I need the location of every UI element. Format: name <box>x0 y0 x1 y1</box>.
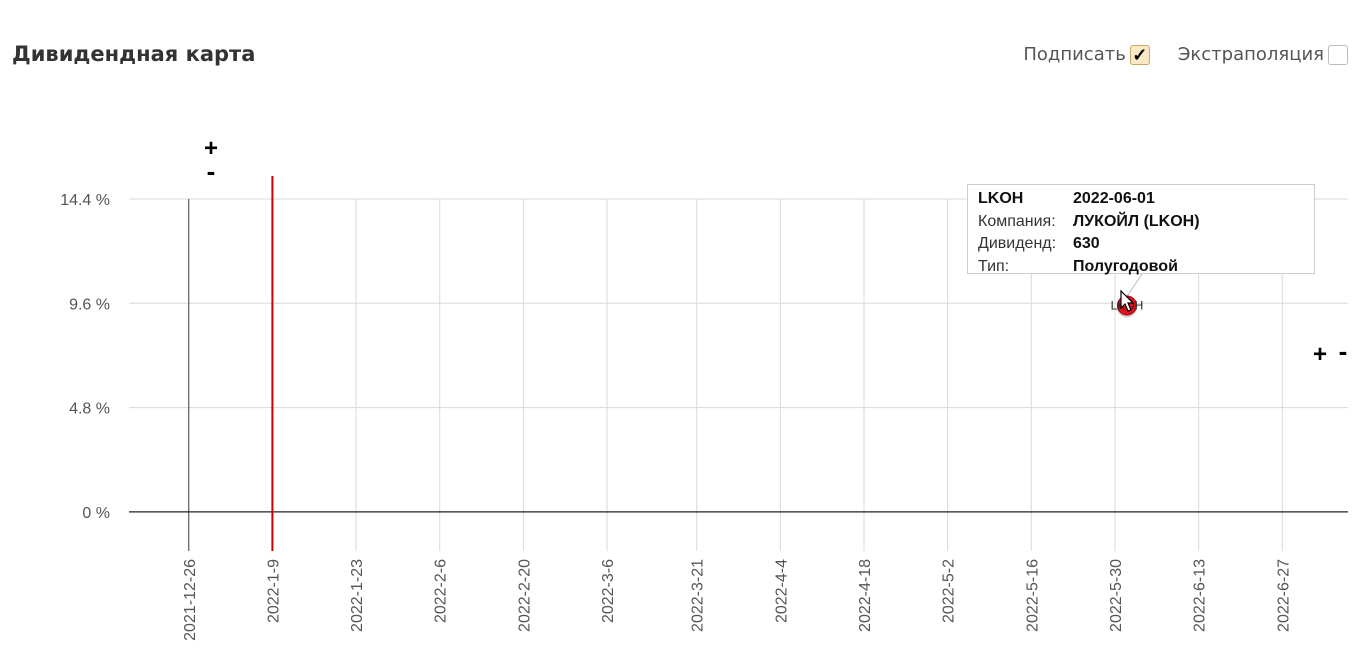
x-tick-labels: 2021-12-26 2022-1-9 2022-1-23 2022-2-6 2022-… <box>182 559 1293 641</box>
y-tick-label: 0 % <box>82 505 110 522</box>
chart-marks: LKOH <box>1111 273 1143 318</box>
x-tick-label: 2022-4-18 <box>857 559 874 632</box>
tooltip-date: 2022-06-01 <box>1073 190 1155 208</box>
tooltip-company: ЛУКОЙЛ (LKOH) <box>1073 212 1200 230</box>
tooltip-company-row: Компания: ЛУКОЙЛ (LKOH) <box>978 211 1304 234</box>
tooltip-company-label: Компания: <box>978 212 1056 230</box>
dividend-chart: 0 %4.8 %9.6 %14.4 % 2021-12-26 2022-1-9 20… <box>60 135 1348 641</box>
tooltip-ticker: LKOH <box>978 190 1024 208</box>
x-tick-label: 2021-12-26 <box>182 559 199 641</box>
y-zoom-out-button[interactable]: - <box>207 156 216 186</box>
tooltip-dividend-label: Дивиденд: <box>978 235 1057 253</box>
x-tick-label: 2022-4-4 <box>773 559 790 623</box>
x-tick-label: 2022-5-2 <box>941 559 958 623</box>
x-zoom-out-button[interactable]: - <box>1339 336 1348 366</box>
x-tick-label: 2022-5-30 <box>1108 559 1125 632</box>
y-tick-label: 4.8 % <box>69 401 110 418</box>
x-zoom-in-button[interactable]: + <box>1313 341 1327 368</box>
y-tick-label: 14.4 % <box>60 192 110 209</box>
x-tick-label: 2022-1-9 <box>265 559 282 623</box>
x-tick-label: 2022-5-16 <box>1024 559 1041 632</box>
tooltip-type-row: Тип: Полугодовой <box>978 256 1304 279</box>
x-tick-label: 2022-2-6 <box>433 559 450 623</box>
x-tick-label: 2022-3-21 <box>690 559 707 632</box>
x-tick-label: 2022-3-6 <box>600 559 617 623</box>
x-tick-label: 2022-1-23 <box>349 559 366 632</box>
data-tooltip: LKOH 2022-06-01 Компания: ЛУКОЙЛ (LKOH) … <box>967 184 1315 275</box>
x-tick-label: 2022-6-27 <box>1275 559 1292 632</box>
tooltip-dividend: 630 <box>1073 235 1100 253</box>
y-tick-labels: 0 % 4.8 % 9.6 % 14.4 % <box>60 192 110 522</box>
x-tick-label: 2022-6-13 <box>1192 559 1209 632</box>
x-tick-label: 2022-2-20 <box>516 559 533 632</box>
tooltip-header-row: LKOH 2022-06-01 <box>978 188 1304 211</box>
tooltip-type: Полугодовой <box>1073 257 1178 275</box>
y-tick-label: 9.6 % <box>69 296 110 313</box>
tooltip-dividend-row: Дивиденд: 630 <box>978 233 1304 256</box>
tooltip-type-label: Тип: <box>978 257 1010 275</box>
